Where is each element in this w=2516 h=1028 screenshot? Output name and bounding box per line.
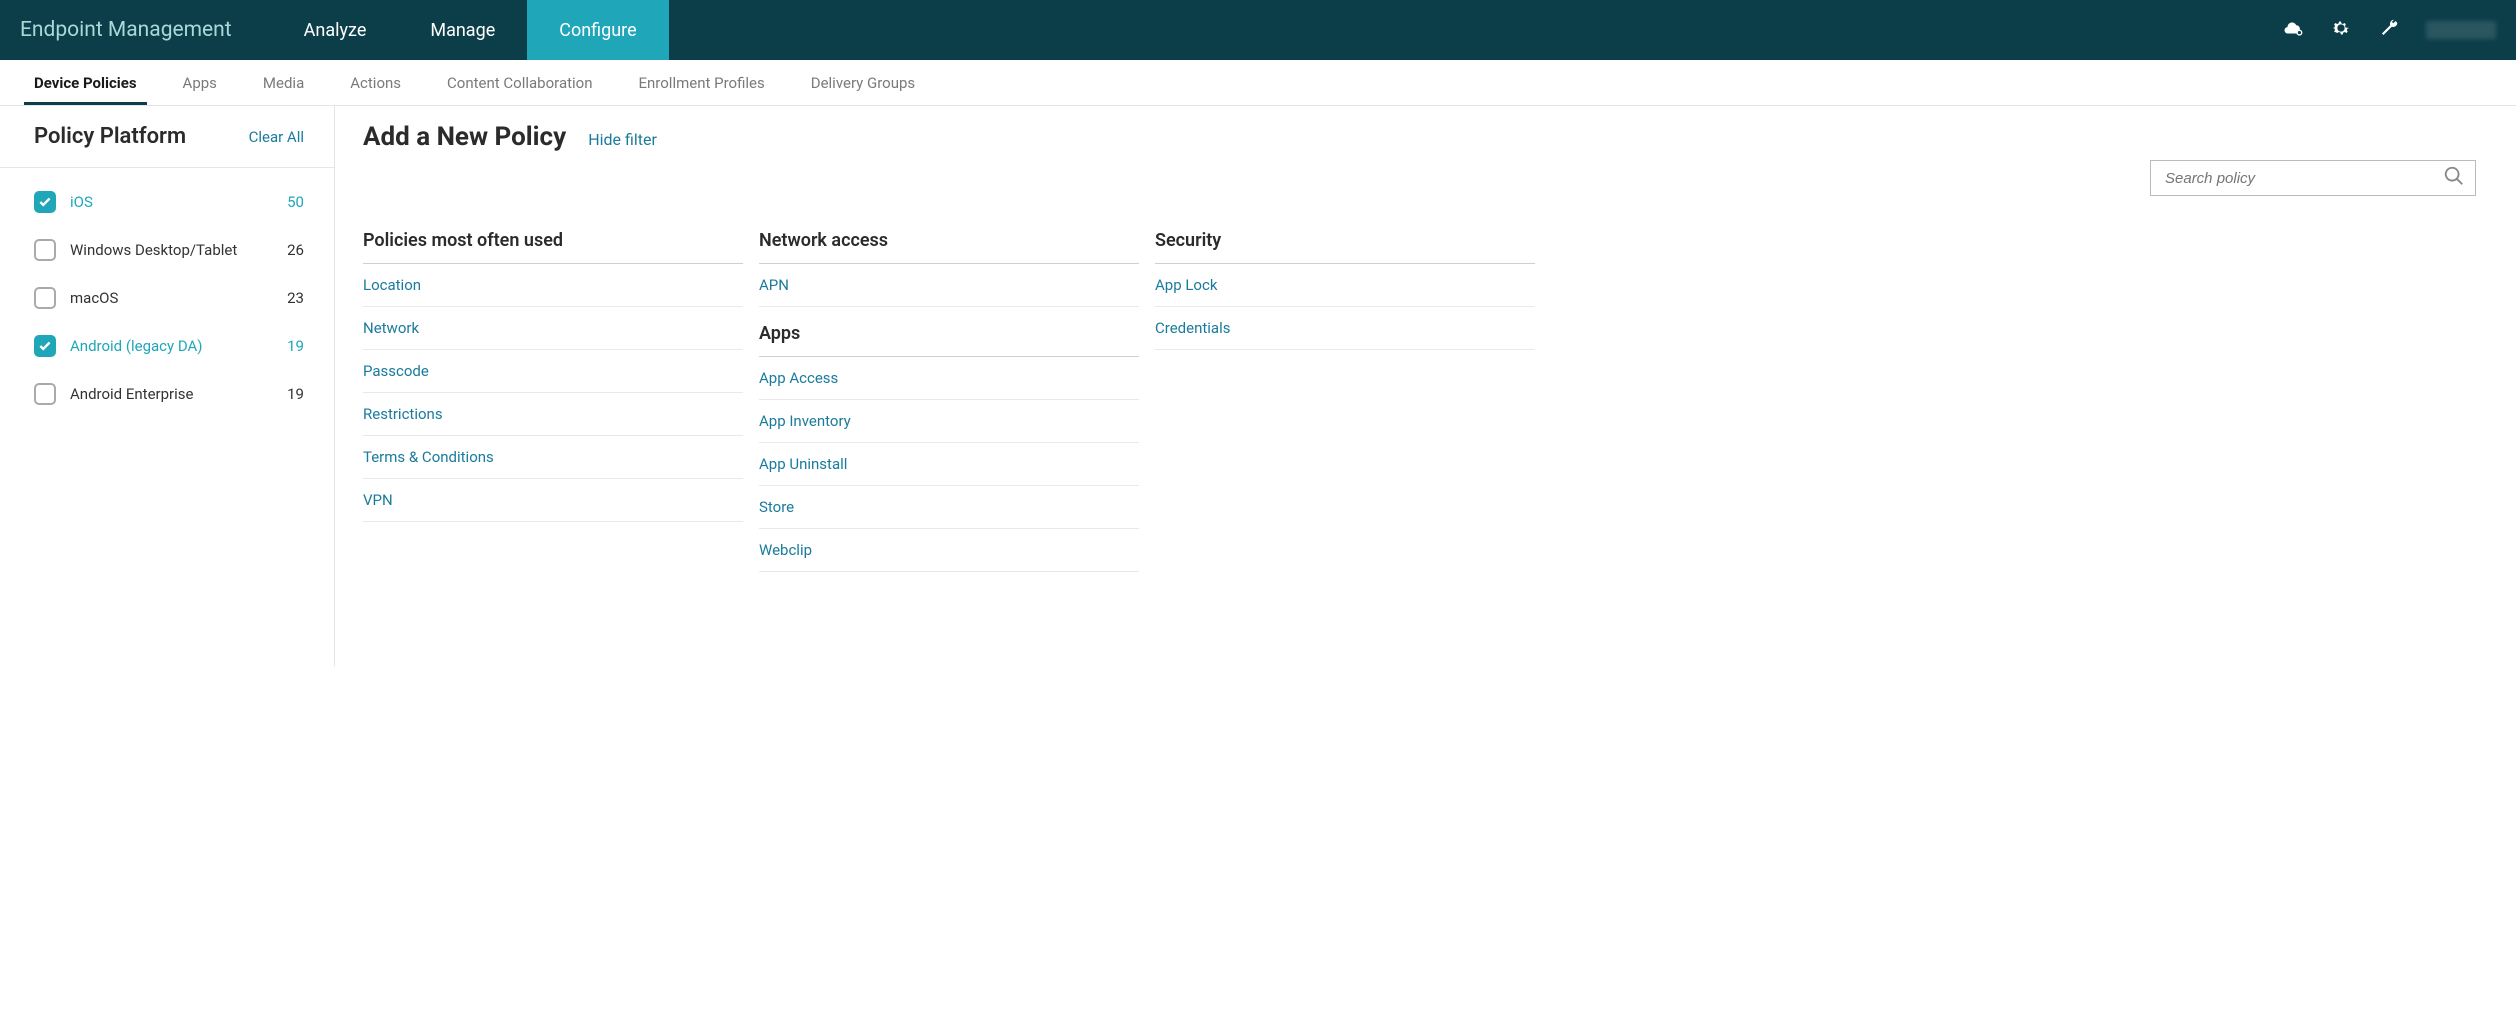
checkbox[interactable]	[34, 191, 56, 213]
main-header: Add a New Policy Hide filter	[363, 122, 2476, 152]
search-input[interactable]	[2165, 170, 2443, 187]
checkbox[interactable]	[34, 287, 56, 309]
main-layout: Policy Platform Clear All iOS 50 Windows D…	[0, 106, 2516, 666]
top-bar: Endpoint Management AnalyzeManageConfigu…	[0, 0, 2516, 60]
top-tab-manage[interactable]: Manage	[398, 0, 527, 60]
platform-item: macOS 23	[34, 274, 304, 322]
brand-title: Endpoint Management	[20, 18, 232, 42]
policy-link[interactable]: Location	[363, 264, 743, 307]
policy-columns: Policies most often used LocationNetwork…	[363, 230, 2476, 572]
cloud-settings-icon[interactable]	[2282, 17, 2304, 43]
col-network-apps: Network access APN Apps App AccessApp In…	[759, 230, 1139, 572]
sidebar-header: Policy Platform Clear All	[0, 106, 334, 168]
checkbox[interactable]	[34, 239, 56, 261]
platform-count: 19	[287, 385, 304, 403]
platform-label[interactable]: Android Enterprise	[70, 385, 273, 403]
user-label[interactable]	[2426, 21, 2496, 39]
sub-tab-apps[interactable]: Apps	[183, 62, 217, 104]
platform-item: Android Enterprise 19	[34, 370, 304, 418]
heading-network-access: Network access	[759, 230, 1139, 264]
policy-link[interactable]: Terms & Conditions	[363, 436, 743, 479]
top-tabs: AnalyzeManageConfigure	[272, 0, 669, 60]
sub-tab-device-policies[interactable]: Device Policies	[34, 62, 137, 104]
col-most-used: Policies most often used LocationNetwork…	[363, 230, 743, 572]
clear-all-link[interactable]: Clear All	[249, 128, 304, 146]
platform-count: 19	[287, 337, 304, 355]
platform-list: iOS 50 Windows Desktop/Tablet 26 macOS 23 Andr…	[0, 168, 334, 428]
policy-link[interactable]: VPN	[363, 479, 743, 522]
policy-link[interactable]: App Access	[759, 357, 1139, 400]
main-content: Add a New Policy Hide filter Policies mo…	[335, 106, 2516, 666]
policy-link[interactable]: App Uninstall	[759, 443, 1139, 486]
page-title: Add a New Policy	[363, 122, 566, 152]
policy-link[interactable]: Restrictions	[363, 393, 743, 436]
policy-link[interactable]: Credentials	[1155, 307, 1535, 350]
policy-link[interactable]: APN	[759, 264, 1139, 307]
policy-link[interactable]: Passcode	[363, 350, 743, 393]
sidebar: Policy Platform Clear All iOS 50 Windows D…	[0, 106, 335, 666]
platform-count: 50	[287, 193, 304, 211]
platform-label[interactable]: macOS	[70, 289, 273, 307]
platform-item: iOS 50	[34, 178, 304, 226]
policy-link[interactable]: App Lock	[1155, 264, 1535, 307]
platform-label[interactable]: iOS	[70, 193, 273, 211]
sub-tab-actions[interactable]: Actions	[350, 62, 401, 104]
top-tab-analyze[interactable]: Analyze	[272, 0, 399, 60]
checkbox[interactable]	[34, 383, 56, 405]
platform-item: Windows Desktop/Tablet 26	[34, 226, 304, 274]
platform-count: 26	[287, 241, 304, 259]
search-row	[363, 160, 2476, 196]
heading-most-used: Policies most often used	[363, 230, 743, 264]
search-box	[2150, 160, 2476, 196]
sub-tab-media[interactable]: Media	[263, 62, 304, 104]
heading-apps: Apps	[759, 323, 1139, 357]
sub-tab-delivery-groups[interactable]: Delivery Groups	[811, 62, 915, 104]
checkbox[interactable]	[34, 335, 56, 357]
hide-filter-link[interactable]: Hide filter	[588, 130, 657, 149]
heading-security: Security	[1155, 230, 1535, 264]
sub-nav: Device Policies Apps Media Actions Content C…	[0, 60, 2516, 106]
search-icon[interactable]	[2443, 165, 2465, 191]
platform-label[interactable]: Windows Desktop/Tablet	[70, 241, 273, 259]
top-icons	[2282, 17, 2496, 43]
sub-tab-enrollment-profiles[interactable]: Enrollment Profiles	[639, 62, 765, 104]
gear-icon[interactable]	[2330, 17, 2352, 43]
platform-count: 23	[287, 289, 304, 307]
platform-item: Android (legacy DA) 19	[34, 322, 304, 370]
col-security: Security App LockCredentials	[1155, 230, 1535, 572]
sub-tab-content-collaboration[interactable]: Content Collaboration	[447, 62, 592, 104]
policy-link[interactable]: App Inventory	[759, 400, 1139, 443]
policy-link[interactable]: Webclip	[759, 529, 1139, 572]
platform-label[interactable]: Android (legacy DA)	[70, 337, 273, 355]
top-tab-configure[interactable]: Configure	[527, 0, 668, 60]
sidebar-title: Policy Platform	[34, 124, 186, 149]
policy-link[interactable]: Store	[759, 486, 1139, 529]
wrench-icon[interactable]	[2378, 17, 2400, 43]
policy-link[interactable]: Network	[363, 307, 743, 350]
